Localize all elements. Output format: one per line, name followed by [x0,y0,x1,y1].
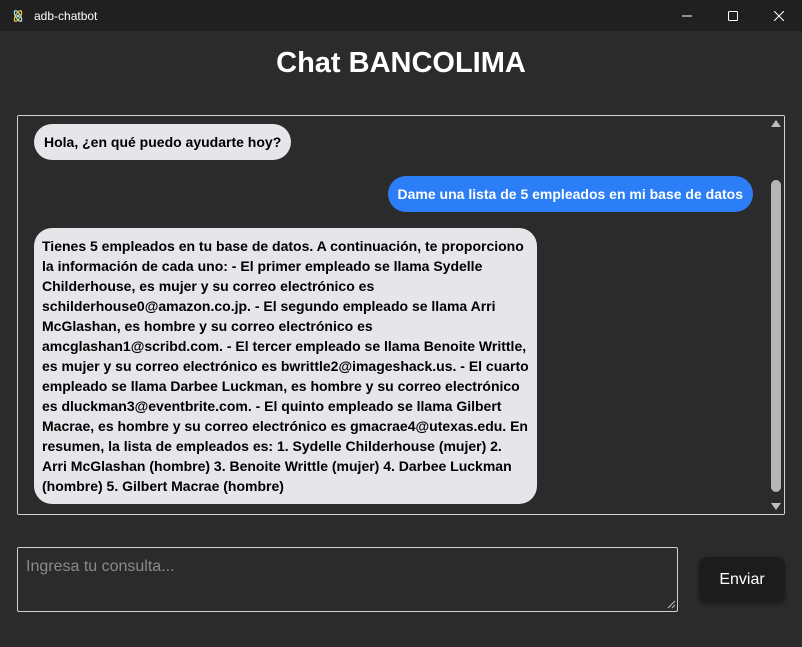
page-title: Chat BANCOLIMA [276,47,526,79]
scroll-thumb[interactable] [771,180,781,492]
query-input[interactable] [17,547,678,612]
window-title: adb-chatbot [34,8,98,23]
chat-scrollbar[interactable] [768,116,784,514]
send-button[interactable]: Enviar [699,557,785,602]
scroll-down-arrow-icon[interactable] [771,503,781,510]
close-icon [774,10,784,21]
scroll-up-arrow-icon[interactable] [771,120,781,127]
window-controls [664,0,802,31]
bot-message: Tienes 5 empleados en tu base de datos. … [34,228,537,504]
chat-history[interactable]: Hola, ¿en qué puedo ayudarte hoy? Dame u… [17,115,785,515]
maximize-button[interactable] [710,0,756,31]
resize-grip-icon[interactable] [667,600,676,609]
bot-message: Hola, ¿en qué puedo ayudarte hoy? [34,124,292,160]
maximize-icon [728,10,738,21]
minimize-button[interactable] [664,0,710,31]
close-button[interactable] [756,0,802,31]
minimize-icon [682,15,692,16]
window-titlebar: adb-chatbot [0,0,802,31]
electron-icon [10,8,26,24]
user-message: Dame una lista de 5 empleados en mi base… [387,176,753,212]
